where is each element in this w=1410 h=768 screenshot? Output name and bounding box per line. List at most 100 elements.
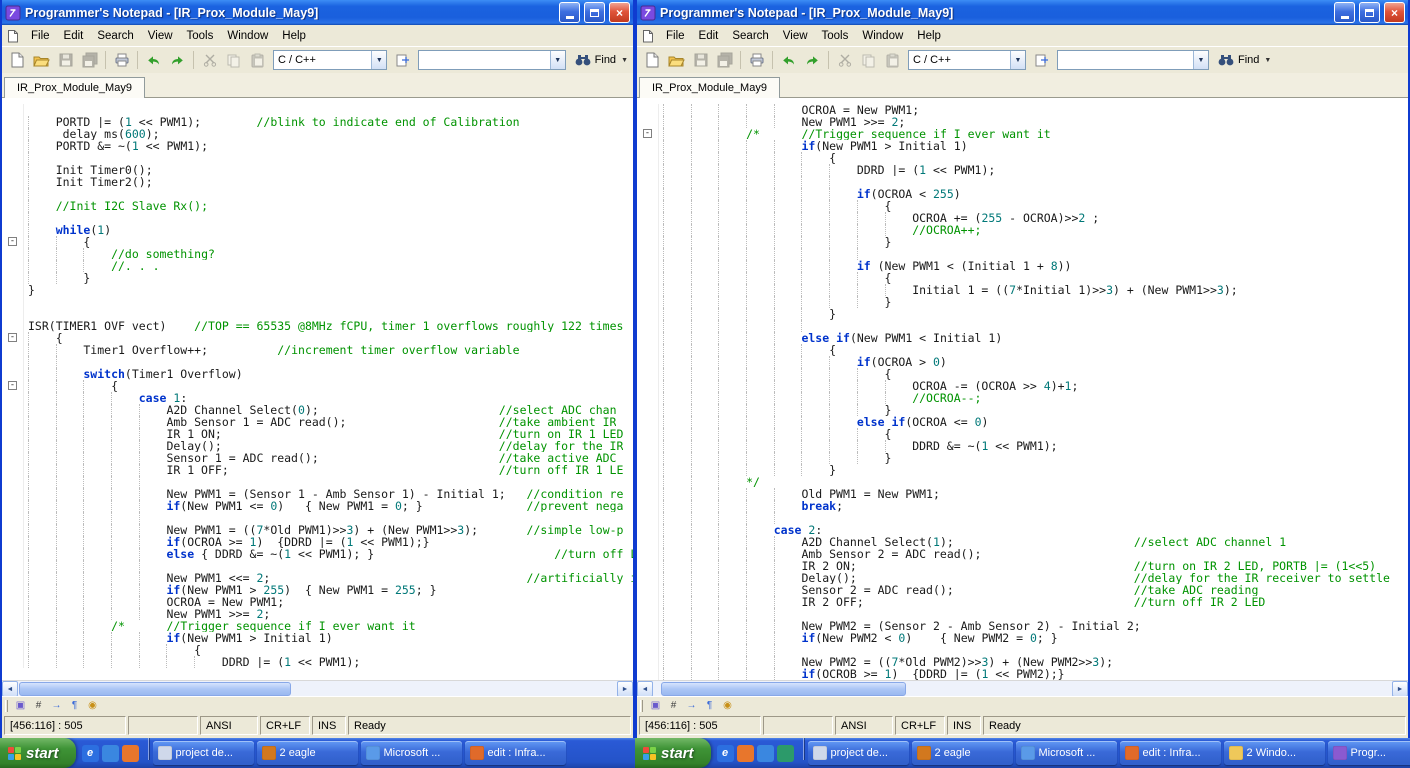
scrollbar-track[interactable] (18, 681, 617, 696)
code-line[interactable]: New_PWM1 >>= 2; (2, 608, 633, 620)
taskbar-task-button[interactable]: edit : Infra... (465, 741, 566, 765)
firefox-icon[interactable] (737, 745, 754, 762)
code-line[interactable]: New_PWM1 = (Sensor_1 - Amb_Sensor_1) - I… (2, 488, 633, 500)
close-button[interactable]: × (1384, 2, 1405, 23)
taskbar-task-button[interactable]: 2 eagle (257, 741, 358, 765)
code-line[interactable]: IR_1_OFF; //turn off IR 1 LE (2, 464, 633, 476)
taskbar-task-button[interactable]: Microsoft ... (361, 741, 462, 765)
scrollbar-thumb[interactable] (661, 682, 906, 696)
document-icon[interactable] (641, 29, 655, 43)
menu-tools[interactable]: Tools (180, 28, 221, 44)
code-line[interactable]: if(OCROA < 255) (637, 188, 1408, 200)
tab-ir-prox-module[interactable]: IR_Prox_Module_May9 (4, 77, 145, 98)
taskbar-task-button[interactable]: 2 eagle (912, 741, 1013, 765)
tab-ir-prox-module[interactable]: IR_Prox_Module_May9 (639, 77, 780, 98)
code-editor[interactable]: PORTD |= (1 << PWM1); //blink to indicat… (2, 98, 633, 680)
code-line[interactable]: if(OCROB >= 1) {DDRD |= (1 << PWM2);} (637, 668, 1408, 680)
copy-button[interactable] (222, 49, 245, 72)
code-line[interactable] (2, 560, 633, 572)
code-line[interactable]: OCROA += (255 - OCROA)>>2 ; (637, 212, 1408, 224)
cut-button[interactable] (833, 49, 856, 72)
taskbar-task-button[interactable]: 2 Windo... (1224, 741, 1325, 765)
scheme-select[interactable]: C / C++ ▼ (908, 50, 1026, 70)
browse-tags-button[interactable] (391, 49, 414, 72)
code-line[interactable]: { (637, 200, 1408, 212)
code-line[interactable]: IR_1_ON; //turn on IR 1 LED (2, 428, 633, 440)
code-line[interactable] (637, 644, 1408, 656)
menu-file[interactable]: File (659, 28, 692, 44)
code-line[interactable] (637, 248, 1408, 260)
code-line[interactable]: OCROA -= (OCROA >> 4)+1; (637, 380, 1408, 392)
code-line[interactable]: Init_Timer0(); (2, 164, 633, 176)
find-button[interactable]: Find ▼ (1213, 49, 1276, 71)
new-file-button[interactable] (6, 49, 29, 72)
code-line[interactable]: if(New_PWM1 > Initial_1) (2, 632, 633, 644)
taskbar-task-button[interactable]: edit : Infra... (1120, 741, 1221, 765)
jump-to-pane-icon[interactable]: → (684, 698, 699, 713)
menu-window[interactable]: Window (855, 28, 910, 44)
title-bar[interactable]: Programmer's Notepad - [IR_Prox_Module_M… (2, 0, 633, 25)
menu-window[interactable]: Window (220, 28, 275, 44)
code-line[interactable]: if(New_PWM1 > 255) { New_PWM1 = 255; } (2, 584, 633, 596)
code-line[interactable]: Initial_1 = ((7*Initial_1)>>3) + (New_PW… (637, 284, 1408, 296)
code-line[interactable]: DDRD &= ~(1 << PWM1); (637, 440, 1408, 452)
code-line[interactable]: IR_2_OFF; //turn off IR 2 LED (637, 596, 1408, 608)
code-line[interactable]: if(New_PWM2 < 0) { New_PWM2 = 0; } (637, 632, 1408, 644)
taskbar-task-button[interactable]: project de... (153, 741, 254, 765)
code-line[interactable]: -{ (2, 332, 633, 344)
code-line[interactable]: } (637, 452, 1408, 464)
text-clips-pane-icon[interactable]: # (31, 698, 46, 713)
code-line[interactable]: { (2, 644, 633, 656)
media-app-icon[interactable] (777, 745, 794, 762)
fold-toggle-icon[interactable]: - (643, 129, 652, 138)
code-line[interactable]: PORTD |= (1 << PWM1); //blink to indicat… (2, 116, 633, 128)
menu-edit[interactable]: Edit (57, 28, 91, 44)
projects-pane-icon[interactable]: ▣ (648, 698, 663, 713)
firefox-icon[interactable] (122, 745, 139, 762)
close-button[interactable]: × (609, 2, 630, 23)
code-line[interactable] (637, 608, 1408, 620)
projects-pane-icon[interactable]: ▣ (13, 698, 28, 713)
code-line[interactable]: if (New_PWM1 < (Initial_1 + 8)) (637, 260, 1408, 272)
code-line[interactable]: } (637, 308, 1408, 320)
start-button[interactable]: start (635, 738, 711, 768)
minimize-button[interactable] (559, 2, 580, 23)
new-file-button[interactable] (641, 49, 664, 72)
code-line[interactable]: } (637, 296, 1408, 308)
code-line[interactable] (2, 212, 633, 224)
fold-toggle-icon[interactable]: - (8, 333, 17, 342)
code-line[interactable]: DDRD |= (1 << PWM1); (2, 656, 633, 668)
open-file-button[interactable] (665, 49, 688, 72)
code-line[interactable]: //. . . (2, 260, 633, 272)
text-clips-pane-icon[interactable]: # (666, 698, 681, 713)
code-line[interactable]: //OCROA++; (637, 224, 1408, 236)
code-line[interactable]: { (637, 272, 1408, 284)
taskbar-task-button[interactable]: Microsoft ... (1016, 741, 1117, 765)
code-line[interactable]: New_PWM1 >>= 2; (637, 116, 1408, 128)
code-line[interactable] (2, 476, 633, 488)
menu-edit[interactable]: Edit (692, 28, 726, 44)
code-line[interactable]: case 1: (2, 392, 633, 404)
code-line[interactable]: } (637, 236, 1408, 248)
code-line[interactable]: else { DDRD &= ~(1 << PWM1); } //turn of… (2, 548, 633, 560)
code-line[interactable]: { (637, 344, 1408, 356)
copy-button[interactable] (857, 49, 880, 72)
code-line[interactable] (637, 512, 1408, 524)
restore-button[interactable] (584, 2, 605, 23)
cut-button[interactable] (198, 49, 221, 72)
code-line[interactable] (2, 104, 633, 116)
toolbar-grip[interactable] (5, 700, 8, 712)
scroll-left-arrow[interactable]: ◄ (637, 681, 653, 697)
jump-to-pane-icon[interactable]: → (49, 698, 64, 713)
restore-button[interactable] (1359, 2, 1380, 23)
save-button[interactable] (689, 49, 712, 72)
taskbar-task-button[interactable]: Progr... (1328, 741, 1410, 765)
menu-file[interactable]: File (24, 28, 57, 44)
code-line[interactable]: switch(Timer1_Overflow) (2, 368, 633, 380)
code-line[interactable] (2, 356, 633, 368)
code-line[interactable]: New_PWM2 = (Sensor_2 - Amb_Sensor_2) - I… (637, 620, 1408, 632)
find-results-pane-icon[interactable]: ◉ (85, 698, 100, 713)
menu-search[interactable]: Search (90, 28, 140, 44)
menu-search[interactable]: Search (725, 28, 775, 44)
redo-button[interactable] (166, 49, 189, 72)
